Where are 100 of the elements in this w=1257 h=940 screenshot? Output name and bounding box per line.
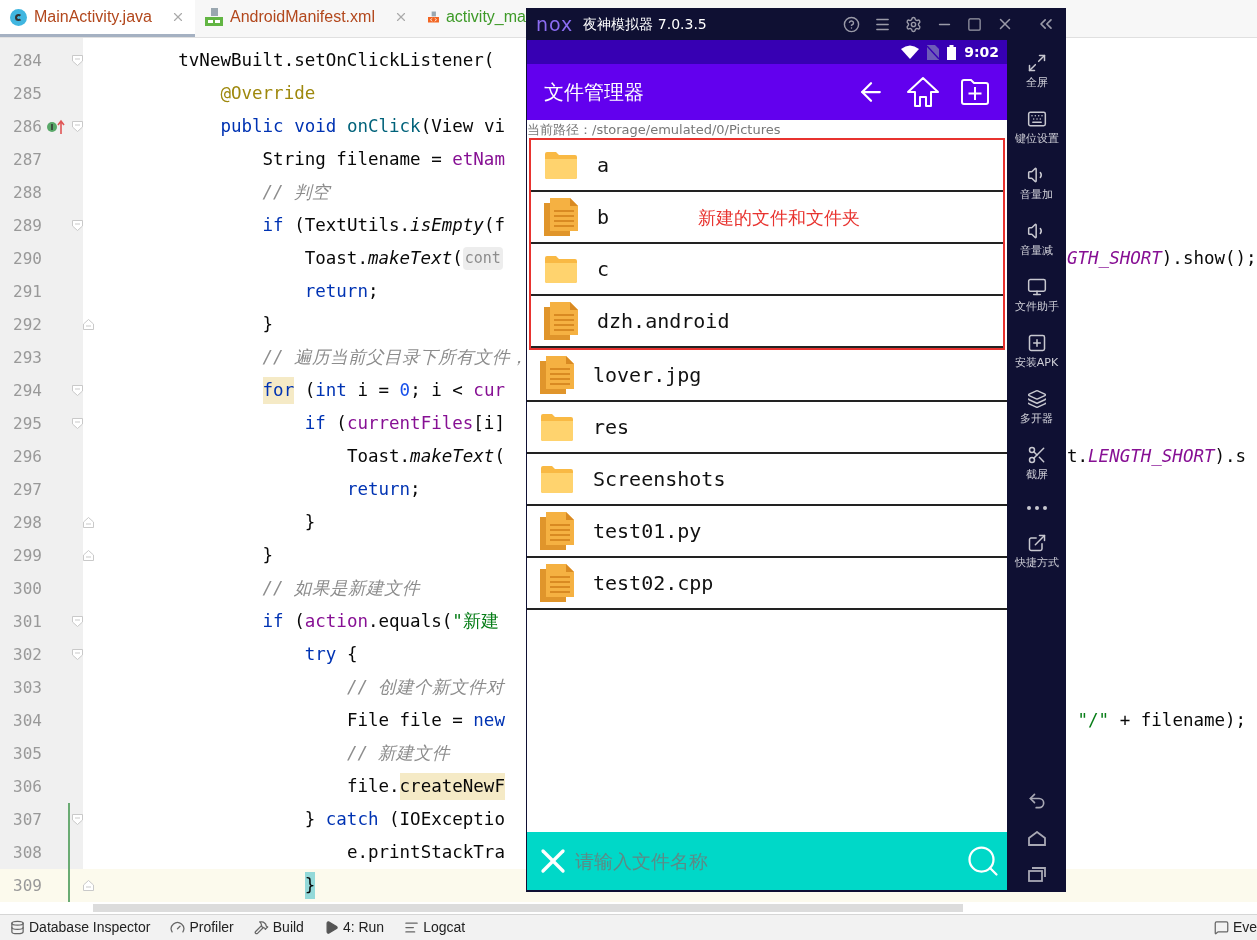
maximize-icon[interactable] (967, 16, 982, 32)
folder-icon (544, 254, 578, 284)
tool-window-button[interactable]: Eve (1213, 917, 1257, 938)
tool-window-button[interactable]: Logcat (404, 917, 466, 938)
expand-icon (1026, 52, 1047, 73)
document-icon (539, 563, 575, 603)
fold-marker-icon[interactable] (72, 55, 83, 66)
tool-window-button[interactable]: Build (253, 917, 304, 938)
line-number: 299 (12, 544, 42, 567)
line-number: 284 (12, 49, 42, 72)
emulator-tool-button[interactable]: 键位设置 (1014, 100, 1059, 156)
code-text: i = (357, 379, 391, 403)
line-number: 294 (12, 379, 42, 402)
emulator-tool-button[interactable]: 安装APK (1014, 324, 1059, 380)
back-icon[interactable] (1026, 791, 1047, 811)
code-text: ; (410, 478, 421, 502)
emulator-tool-button[interactable]: 文件助手 (1014, 268, 1059, 324)
code-text: int (315, 379, 347, 403)
emulator-tool-button[interactable]: 快捷方式 (1014, 524, 1059, 580)
code-text: ( (494, 445, 505, 469)
external-link-icon (1026, 532, 1047, 553)
code-text: makeText (367, 247, 453, 271)
document-icon (539, 511, 575, 551)
document-icon (543, 197, 579, 237)
code-text: } (304, 808, 317, 832)
line-number: 285 (12, 82, 42, 105)
line-number: 302 (12, 643, 42, 666)
code-comment: // 遍历当前父目录下所有文件， (262, 346, 529, 370)
code-text: ( (452, 247, 463, 271)
editor-tab[interactable]: AndroidManifest.xml (195, 0, 418, 37)
line-number: 295 (12, 412, 42, 435)
fold-marker-icon[interactable] (72, 121, 83, 132)
code-comment: // 新建文件 (346, 742, 451, 766)
implements-marker-icon[interactable] (46, 118, 66, 135)
fold-marker-icon[interactable] (83, 517, 94, 528)
code-text: createNewF (399, 773, 505, 800)
window-title: 夜神模拟器 7.0.3.5 (583, 14, 707, 34)
line-number: 306 (12, 775, 42, 798)
emulator-tool-button[interactable]: 音量减 (1020, 212, 1053, 268)
monitor-icon (1026, 276, 1047, 297)
fold-marker-icon[interactable] (83, 880, 94, 891)
add-folder-icon[interactable] (960, 78, 990, 106)
fold-marker-icon[interactable] (72, 385, 83, 396)
code-text: (TextUtils. (294, 214, 411, 238)
add-square-icon (1026, 332, 1047, 353)
code-text: isEmpty (410, 214, 484, 238)
app-title: 文件管理器 (544, 79, 644, 106)
file-name: lover.jpg (593, 362, 702, 389)
fold-marker-icon[interactable] (83, 550, 94, 561)
code-text: action (304, 610, 368, 634)
emulator-tool-button[interactable]: 多开器 (1020, 380, 1053, 436)
code-text: } (304, 511, 316, 535)
file-name-input[interactable]: 请输入文件名称 (575, 846, 965, 876)
fold-marker-icon[interactable] (72, 220, 83, 231)
fold-marker-icon[interactable] (72, 418, 83, 429)
code-text: void (294, 115, 337, 139)
speech-bubble-icon (1213, 920, 1229, 935)
line-number: 304 (12, 709, 42, 732)
hammer-icon (253, 920, 269, 935)
code-text: { (346, 643, 358, 667)
tool-window-button[interactable]: Profiler (170, 917, 234, 938)
search-bar[interactable]: 请输入文件名称 (527, 832, 1007, 890)
code-text: if (262, 214, 284, 238)
file-name: a (597, 152, 610, 179)
line-number: 303 (12, 676, 42, 699)
code-text: Toast. (346, 445, 411, 469)
code-comment: // 创建个新文件对 (346, 676, 505, 700)
tool-window-button[interactable]: Database Inspector (10, 917, 151, 938)
fold-marker-icon[interactable] (72, 814, 83, 825)
search-icon[interactable] (965, 843, 1001, 879)
line-number: 309 (12, 874, 42, 897)
more-icon[interactable] (1025, 505, 1048, 511)
emulator-tool-button[interactable]: 全屏 (1025, 44, 1048, 100)
parameter-hint: cont (462, 247, 503, 270)
code-text: (IOExceptio (389, 808, 505, 832)
tool-window-button[interactable]: 4: Run (323, 917, 385, 938)
code-text: return (304, 280, 368, 304)
code-comment: // 判空 (262, 181, 331, 205)
line-number: 308 (12, 841, 42, 864)
emulator-tool-button[interactable]: 音量加 (1020, 156, 1053, 212)
fold-marker-icon[interactable] (83, 319, 94, 330)
horizontal-scrollbar[interactable] (93, 904, 963, 912)
file-name: b (597, 204, 610, 231)
code-text: LENGTH_SHORT (1088, 445, 1215, 469)
folder-icon (540, 464, 574, 494)
code-text: [i] (473, 412, 505, 436)
list-icon (404, 920, 420, 935)
home-icon[interactable] (1027, 831, 1046, 846)
emulator-tool-button[interactable]: 截屏 (1025, 436, 1048, 492)
help-icon[interactable] (843, 15, 860, 33)
editor-tab[interactable]: MainActivity.java (0, 0, 195, 37)
code-text: onClick (346, 115, 421, 139)
wifi-icon (901, 45, 920, 59)
line-number: 298 (12, 511, 42, 534)
settings-icon[interactable] (905, 15, 922, 33)
fold-marker-icon[interactable] (72, 649, 83, 660)
manifest-file-icon (205, 8, 223, 26)
recent-apps-icon[interactable] (1027, 866, 1046, 882)
current-path: 当前路径：/storage/emulated/0/Pictures (527, 122, 781, 136)
fold-marker-icon[interactable] (72, 616, 83, 627)
